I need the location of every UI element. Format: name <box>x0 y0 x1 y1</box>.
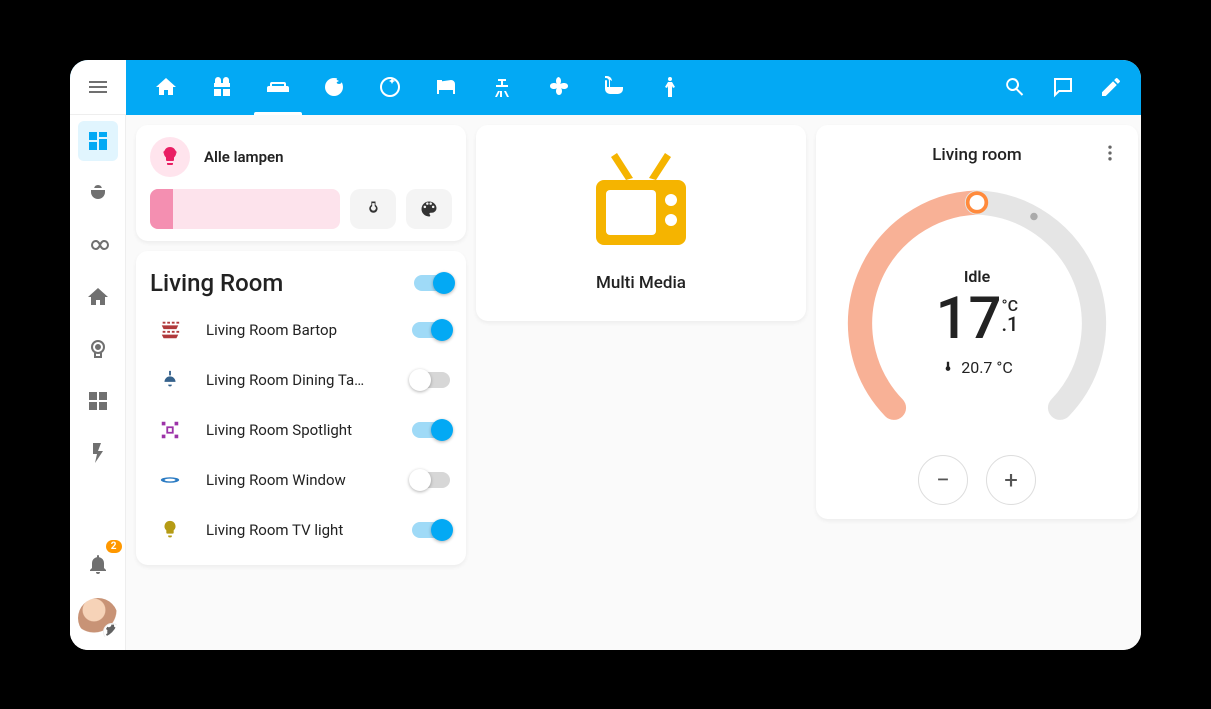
tab-home-icon[interactable] <box>138 60 194 115</box>
chat-button[interactable] <box>1039 60 1087 115</box>
sidebar-home-icon[interactable] <box>78 277 118 317</box>
tab-gifts-icon[interactable] <box>194 60 250 115</box>
lightbulb-group-icon <box>150 137 190 177</box>
device-name: Living Room Dining Ta… <box>206 371 394 389</box>
device-name: Living Room TV light <box>206 521 394 539</box>
thermostat-state: Idle <box>964 267 990 286</box>
spotlight-icon <box>152 419 188 441</box>
tv-icon <box>581 145 701 255</box>
thermometer-icon <box>941 360 955 374</box>
device-row: Living Room TV light <box>150 505 452 555</box>
pendant-icon <box>152 369 188 391</box>
tab-desk-icon[interactable] <box>474 60 530 115</box>
user-avatar[interactable] <box>78 598 118 638</box>
tab-person-icon[interactable] <box>642 60 698 115</box>
sidebar-notifications-icon[interactable]: 2 <box>78 544 118 584</box>
multi-media-card[interactable]: Multi Media <box>476 125 806 321</box>
notification-count: 2 <box>106 540 122 553</box>
sidebar-head-icon[interactable] <box>78 329 118 369</box>
menu-button[interactable] <box>70 60 126 115</box>
tab-moon1-icon[interactable] <box>306 60 362 115</box>
app-window: 2 Alle lampe <box>70 60 1141 650</box>
bulb-icon <box>152 519 188 541</box>
tab-flower-icon[interactable] <box>530 60 586 115</box>
device-row: Living Room Bartop <box>150 305 452 355</box>
device-toggle[interactable] <box>412 422 450 438</box>
edit-button[interactable] <box>1087 60 1135 115</box>
living-room-master-toggle[interactable] <box>414 275 452 291</box>
device-row: Living Room Window <box>150 455 452 505</box>
color-temp-button[interactable] <box>350 189 396 229</box>
ledstrip-icon <box>152 469 188 491</box>
sidebar-dashboard-icon[interactable] <box>78 121 118 161</box>
all-lamps-title: Alle lampen <box>204 148 283 166</box>
device-row: Living Room Dining Ta… <box>150 355 452 405</box>
device-toggle[interactable] <box>412 322 450 338</box>
tab-sofa-icon[interactable] <box>250 60 306 115</box>
tab-moon2-icon[interactable] <box>362 60 418 115</box>
device-name: Living Room Window <box>206 471 394 489</box>
color-palette-button[interactable] <box>406 189 452 229</box>
sidebar-grid-icon[interactable] <box>78 381 118 421</box>
more-options-icon[interactable] <box>1096 139 1124 167</box>
tab-bed-icon[interactable] <box>418 60 474 115</box>
sidebar-flash-icon[interactable] <box>78 433 118 473</box>
target-temperature: 17 °C .1 <box>936 290 1019 348</box>
content-area: Alle lampen <box>126 115 1141 650</box>
tab-bath-icon[interactable] <box>586 60 642 115</box>
sidebar-infinity-icon[interactable] <box>78 225 118 265</box>
device-toggle[interactable] <box>412 522 450 538</box>
room-temperature: 20.7 °C <box>941 358 1013 377</box>
device-toggle[interactable] <box>412 472 450 488</box>
brightness-slider[interactable] <box>150 189 340 229</box>
filmstrip-icon <box>152 319 188 341</box>
living-room-title: Living Room <box>150 269 283 297</box>
sidebar-bug-icon[interactable] <box>78 173 118 213</box>
sidebar: 2 <box>70 115 126 650</box>
multi-media-label: Multi Media <box>596 273 686 293</box>
top-bar <box>70 60 1141 115</box>
thermostat-card: Living room Idle <box>816 125 1138 519</box>
all-lamps-card: Alle lampen <box>136 125 466 241</box>
device-name: Living Room Spotlight <box>206 421 394 439</box>
thermostat-gauge[interactable]: Idle 17 °C .1 20.7 °C <box>830 171 1124 471</box>
device-toggle[interactable] <box>412 372 450 388</box>
device-name: Living Room Bartop <box>206 321 394 339</box>
settings-icon <box>103 623 118 638</box>
living-room-card: Living Room Living Room Bartop Living Roo… <box>136 251 466 565</box>
device-row: Living Room Spotlight <box>150 405 452 455</box>
thermostat-title: Living room <box>932 145 1022 165</box>
search-button[interactable] <box>991 60 1039 115</box>
